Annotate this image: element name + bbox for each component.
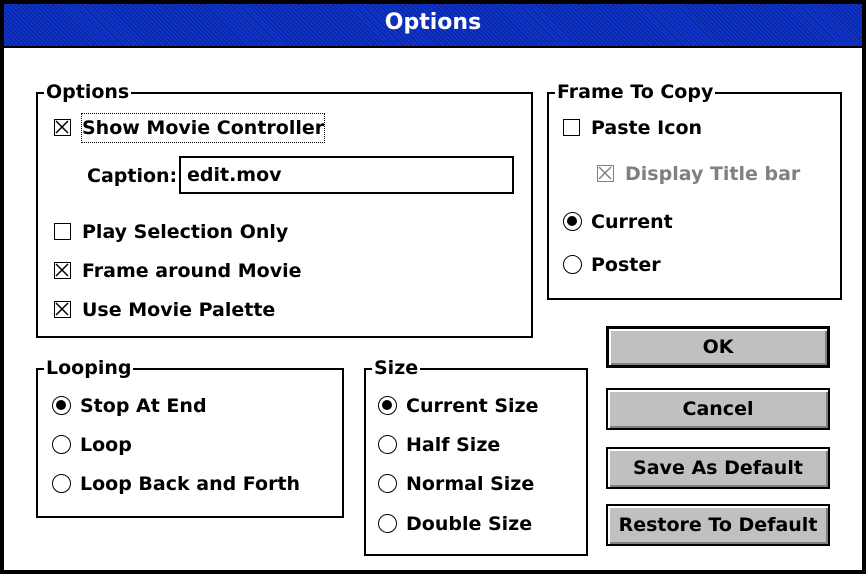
radio-selected-icon bbox=[563, 212, 582, 231]
radio-selected-icon bbox=[52, 396, 71, 415]
display-title-bar-checkbox: Display Title bar bbox=[597, 160, 827, 188]
radio-selected-icon bbox=[378, 396, 397, 415]
options-group-title: Options bbox=[44, 80, 132, 104]
half-size-radio[interactable]: Half Size bbox=[378, 431, 578, 459]
checkbox-x-icon bbox=[54, 301, 71, 318]
radio-empty-icon bbox=[563, 255, 582, 274]
double-size-label: Double Size bbox=[406, 513, 533, 535]
show-movie-controller-checkbox[interactable]: Show Movie Controller bbox=[54, 113, 374, 143]
radio-empty-icon bbox=[52, 474, 71, 493]
frame-around-movie-checkbox[interactable]: Frame around Movie bbox=[54, 257, 354, 285]
normal-size-radio[interactable]: Normal Size bbox=[378, 470, 578, 498]
radio-empty-icon bbox=[378, 474, 397, 493]
current-radio[interactable]: Current bbox=[563, 208, 763, 236]
loop-back-and-forth-radio[interactable]: Loop Back and Forth bbox=[52, 470, 332, 498]
loop-label: Loop bbox=[80, 434, 132, 456]
looping-group: Looping Stop At End Loop Loop Back and F… bbox=[36, 356, 344, 518]
save-as-default-button[interactable]: Save As Default bbox=[606, 447, 830, 489]
display-title-bar-label: Display Title bar bbox=[625, 163, 801, 185]
show-movie-controller-label: Show Movie Controller bbox=[80, 113, 326, 143]
checkbox-x-icon bbox=[54, 262, 71, 279]
poster-radio[interactable]: Poster bbox=[563, 251, 763, 279]
stop-at-end-label: Stop At End bbox=[80, 395, 207, 417]
frame-to-copy-title: Frame To Copy bbox=[555, 80, 716, 104]
checkbox-x-icon bbox=[54, 119, 71, 136]
caption-input[interactable]: edit.mov bbox=[179, 156, 514, 194]
frame-to-copy-group: Frame To Copy Paste Icon Display Title b… bbox=[547, 80, 842, 300]
poster-radio-label: Poster bbox=[591, 254, 661, 276]
size-group-title: Size bbox=[372, 356, 421, 380]
current-size-radio[interactable]: Current Size bbox=[378, 392, 578, 420]
paste-icon-label: Paste Icon bbox=[591, 117, 703, 139]
play-selection-only-label: Play Selection Only bbox=[82, 221, 289, 243]
radio-empty-icon bbox=[52, 435, 71, 454]
radio-empty-icon bbox=[378, 435, 397, 454]
checkbox-x-icon bbox=[597, 165, 614, 182]
double-size-radio[interactable]: Double Size bbox=[378, 510, 578, 538]
use-movie-palette-checkbox[interactable]: Use Movie Palette bbox=[54, 296, 354, 324]
current-radio-label: Current bbox=[591, 211, 673, 233]
current-size-label: Current Size bbox=[406, 395, 539, 417]
restore-to-default-button[interactable]: Restore To Default bbox=[606, 504, 830, 546]
title-bar[interactable]: Options bbox=[4, 4, 862, 48]
half-size-label: Half Size bbox=[406, 434, 501, 456]
paste-icon-checkbox[interactable]: Paste Icon bbox=[563, 114, 813, 142]
options-dialog: Options Options Show Movie Controller Ca… bbox=[0, 0, 866, 574]
normal-size-label: Normal Size bbox=[406, 473, 535, 495]
loop-radio[interactable]: Loop bbox=[52, 431, 322, 459]
stop-at-end-radio[interactable]: Stop At End bbox=[52, 392, 322, 420]
looping-group-title: Looping bbox=[44, 356, 134, 380]
window-title: Options bbox=[384, 10, 482, 35]
loop-back-and-forth-label: Loop Back and Forth bbox=[80, 473, 301, 495]
frame-around-movie-label: Frame around Movie bbox=[82, 260, 302, 282]
checkbox-empty-icon bbox=[563, 119, 580, 136]
options-group: Options Show Movie Controller Caption: e… bbox=[36, 80, 533, 338]
cancel-button[interactable]: Cancel bbox=[606, 388, 830, 430]
ok-button[interactable]: OK bbox=[606, 326, 830, 368]
caption-label: Caption: bbox=[87, 165, 178, 187]
use-movie-palette-label: Use Movie Palette bbox=[82, 299, 276, 321]
play-selection-only-checkbox[interactable]: Play Selection Only bbox=[54, 218, 354, 246]
radio-empty-icon bbox=[378, 514, 397, 533]
size-group: Size Current Size Half Size Normal Size … bbox=[364, 356, 588, 556]
checkbox-empty-icon bbox=[54, 223, 71, 240]
